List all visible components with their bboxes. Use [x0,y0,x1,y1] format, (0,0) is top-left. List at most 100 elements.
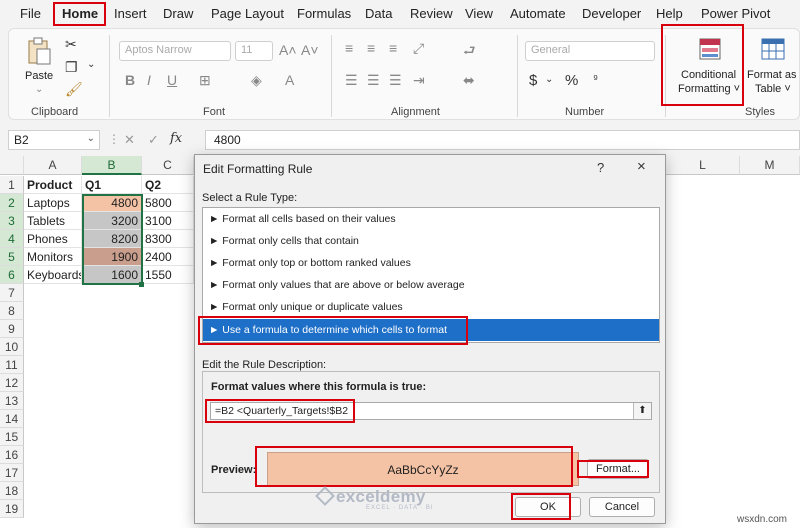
format-painter-icon[interactable]: 🖌 [65,82,83,96]
cancel-button[interactable]: Cancel [589,497,655,517]
chevron-down-icon[interactable]: ⌄ [87,133,95,144]
column-header-a[interactable]: A [24,156,82,175]
copy-icon[interactable]: ❐ [65,60,78,74]
wrap-text-icon[interactable]: ⮐ [463,43,476,57]
row-header[interactable]: 14 [0,410,24,428]
cell-q2[interactable]: 3100 [142,212,194,230]
cell-q2[interactable]: 5800 [142,194,194,212]
tab-view[interactable]: View [465,6,493,21]
row-header[interactable]: 5 [0,248,24,266]
cell-product[interactable]: Monitors [24,248,82,266]
tab-help[interactable]: Help [656,6,683,21]
font-name-select[interactable]: Aptos Narrow [119,41,231,61]
row-header[interactable]: 10 [0,338,24,356]
cell-b1[interactable]: Q1 [82,176,142,194]
decrease-font-icon[interactable]: A˅ [301,43,319,57]
row-header[interactable]: 12 [0,374,24,392]
cancel-icon[interactable]: ✕ [124,132,135,148]
cell-q1[interactable]: 1900 [82,248,142,266]
row-header[interactable]: 17 [0,464,24,482]
enter-icon[interactable]: ✓ [148,132,159,148]
insert-function-icon[interactable]: fx [170,131,182,146]
copy-dropdown-icon[interactable]: ⌄ [87,60,95,70]
paste-icon[interactable] [27,37,51,65]
merge-center-icon[interactable]: ⬌ [463,73,475,87]
tab-formulas[interactable]: Formulas [297,6,351,21]
increase-font-icon[interactable]: A˄ [279,43,297,57]
currency-dropdown-icon[interactable]: ⌄ [545,75,553,85]
cell-q2[interactable]: 8300 [142,230,194,248]
cell-product[interactable]: Keyboards [24,266,82,284]
row-header[interactable]: 8 [0,302,24,320]
cell-q1[interactable]: 4800 [82,194,142,212]
row-header[interactable]: 7 [0,284,24,302]
tab-data[interactable]: Data [365,6,392,21]
collapse-dialog-icon[interactable]: ⬆ [633,403,651,419]
orientation-icon[interactable]: ⤢ [413,41,424,55]
align-right-icon[interactable]: ☰ [389,73,402,87]
tab-page-layout[interactable]: Page Layout [211,6,284,21]
column-header-b[interactable]: B [82,156,142,175]
column-header-c[interactable]: C [142,156,194,175]
row-header[interactable]: 19 [0,500,24,518]
format-as-table-line1[interactable]: Format as [747,69,797,81]
column-header-m[interactable]: M [740,156,800,175]
format-as-table-line2[interactable]: Table ˅ [755,83,791,95]
align-middle-icon[interactable]: ≡ [367,41,375,55]
cell-q2[interactable]: 2400 [142,248,194,266]
tab-file[interactable]: File [20,6,41,21]
help-icon[interactable]: ? [597,160,604,175]
align-center-icon[interactable]: ☰ [367,73,380,87]
underline-icon[interactable]: U [167,73,177,87]
format-as-table-icon[interactable] [761,38,785,60]
row-header[interactable]: 2 [0,194,24,212]
align-left-icon[interactable]: ☰ [345,73,358,87]
formula-input[interactable]: 4800 [205,130,800,150]
row-header[interactable]: 13 [0,392,24,410]
cell-q1[interactable]: 8200 [82,230,142,248]
name-box[interactable]: B2 ⌄ [8,130,100,150]
align-top-icon[interactable]: ≡ [345,41,353,55]
italic-icon[interactable]: I [147,73,151,87]
tab-developer[interactable]: Developer [582,6,641,21]
row-header[interactable]: 1 [0,176,24,194]
fill-color-icon[interactable]: ◈ [251,73,262,87]
tab-insert[interactable]: Insert [114,6,147,21]
cell-q2[interactable]: 1550 [142,266,194,284]
rule-type-item[interactable]: ► Format only cells that contain [203,230,659,252]
paste-button[interactable]: Paste [25,70,53,82]
rule-type-item[interactable]: ► Format all cells based on their values [203,208,659,230]
tab-draw[interactable]: Draw [163,6,193,21]
close-icon[interactable]: × [637,158,646,175]
font-size-select[interactable]: 11 [235,41,273,61]
tab-review[interactable]: Review [410,6,453,21]
row-header[interactable]: 6 [0,266,24,284]
row-header[interactable]: 16 [0,446,24,464]
row-header[interactable]: 9 [0,320,24,338]
bold-icon[interactable]: B [125,73,135,87]
cell-product[interactable]: Laptops [24,194,82,212]
cell-c1[interactable]: Q2 [142,176,194,194]
font-color-icon[interactable]: A [285,73,294,87]
row-header[interactable]: 4 [0,230,24,248]
rule-type-item[interactable]: ► Format only values that are above or b… [203,274,659,296]
cell-product[interactable]: Phones [24,230,82,248]
cell-a1[interactable]: Product [24,176,82,194]
currency-icon[interactable]: $ [529,73,537,88]
rule-type-item[interactable]: ► Format only top or bottom ranked value… [203,252,659,274]
row-header[interactable]: 3 [0,212,24,230]
tab-automate[interactable]: Automate [510,6,566,21]
tab-power-pivot[interactable]: Power Pivot [701,6,770,21]
borders-icon[interactable]: ⊞ [199,73,211,87]
chevron-down-icon[interactable]: ⌄ [35,85,43,95]
fill-handle[interactable] [139,282,144,287]
number-format-select[interactable]: General [525,41,655,61]
rule-type-item[interactable]: ► Format only unique or duplicate values [203,296,659,318]
select-all-corner[interactable] [0,156,24,175]
percent-icon[interactable]: % [565,73,578,88]
align-bottom-icon[interactable]: ≡ [389,41,397,55]
column-header-l[interactable]: L [666,156,740,175]
row-header[interactable]: 11 [0,356,24,374]
comma-style-icon[interactable]: ⁹ [593,73,598,85]
cut-icon[interactable]: ✂ [65,37,77,51]
